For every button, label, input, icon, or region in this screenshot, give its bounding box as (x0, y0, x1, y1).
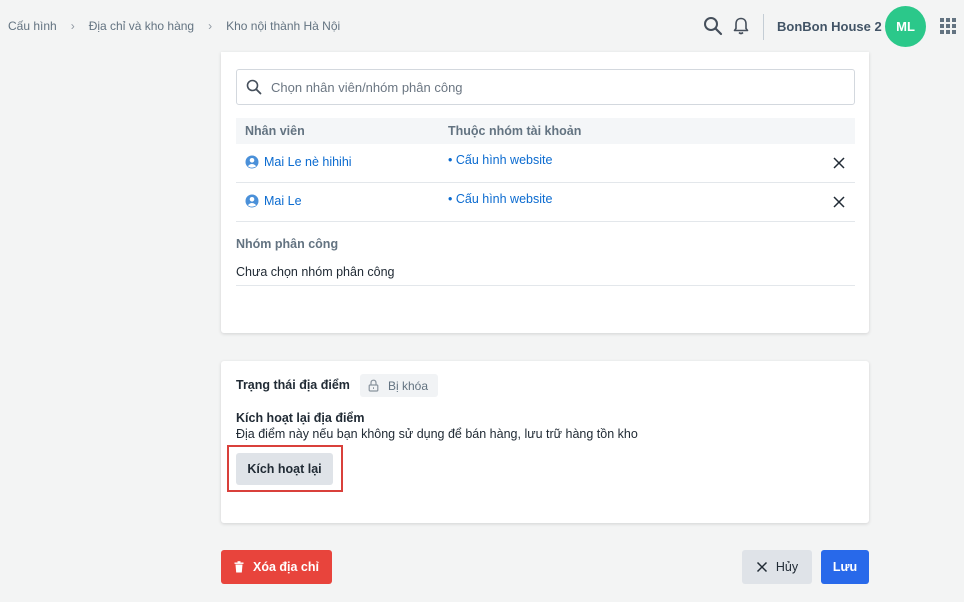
assigned-group-value: Chưa chọn nhóm phân công (236, 265, 395, 279)
search-icon[interactable] (703, 16, 723, 36)
header-divider (763, 14, 764, 40)
breadcrumb: Cấu hình › Địa chỉ và kho hàng › Kho nội… (8, 19, 340, 33)
reactivate-title: Kích hoạt lại địa điểm (236, 411, 365, 425)
close-icon[interactable] (832, 195, 846, 209)
staff-search-field[interactable] (236, 69, 855, 105)
staff-assignment-card: Nhân viên Thuộc nhóm tài khoản Mai Le nè… (221, 52, 869, 333)
column-header-group: Thuộc nhóm tài khoản (448, 124, 582, 138)
staff-table-header: Nhân viên Thuộc nhóm tài khoản (236, 118, 855, 144)
delete-address-button[interactable]: Xóa địa chỉ (221, 550, 332, 584)
reactivate-button[interactable]: Kích hoạt lại (236, 453, 333, 485)
breadcrumb-item-locations[interactable]: Địa chỉ và kho hàng (89, 19, 194, 33)
bell-icon[interactable] (731, 16, 751, 36)
breadcrumb-item-current: Kho nội thành Hà Nội (226, 19, 341, 33)
staff-name: Mai Le nè hihihi (264, 155, 352, 169)
avatar[interactable]: ML (885, 6, 926, 47)
status-label: Trạng thái địa điểm (236, 378, 350, 392)
save-button[interactable]: Lưu (821, 550, 869, 584)
staff-search-input[interactable] (271, 70, 841, 104)
user-circle-icon (245, 155, 259, 169)
table-row: Mai Le • Cấu hình website (236, 183, 855, 222)
search-icon (246, 79, 262, 95)
breadcrumb-separator: › (70, 19, 75, 33)
trash-icon (234, 561, 244, 573)
staff-link[interactable]: Mai Le nè hihihi (245, 155, 352, 169)
cancel-label: Hủy (775, 560, 799, 574)
status-badge-text: Bị khóa (388, 378, 429, 393)
delete-address-label: Xóa địa chỉ (253, 560, 319, 574)
shop-name[interactable]: BonBon House 2 (777, 19, 882, 34)
table-row: Mai Le nè hihihi • Cấu hình website (236, 144, 855, 183)
close-icon (756, 561, 767, 573)
staff-link[interactable]: Mai Le (245, 194, 302, 208)
status-badge: Bị khóa (360, 374, 439, 397)
divider (236, 285, 855, 286)
assigned-group-label: Nhóm phân công (236, 237, 339, 251)
column-header-staff: Nhân viên (245, 124, 305, 138)
cancel-button[interactable]: Hủy (742, 550, 812, 584)
breadcrumb-item-settings[interactable]: Cấu hình (8, 19, 57, 33)
group-link[interactable]: • Cấu hình website (448, 192, 552, 206)
top-bar: Cấu hình › Địa chỉ và kho hàng › Kho nội… (0, 0, 964, 52)
staff-name: Mai Le (264, 194, 302, 208)
group-link[interactable]: • Cấu hình website (448, 153, 552, 167)
location-status-card: Trạng thái địa điểm Bị khóa Kích hoạt lạ… (221, 361, 869, 523)
breadcrumb-separator: › (208, 19, 213, 33)
reactivate-description: Địa điểm này nếu bạn không sử dụng để bá… (236, 427, 638, 441)
lock-icon (368, 379, 379, 392)
apps-grid-icon[interactable] (940, 18, 956, 34)
close-icon[interactable] (832, 156, 846, 170)
user-circle-icon (245, 194, 259, 208)
